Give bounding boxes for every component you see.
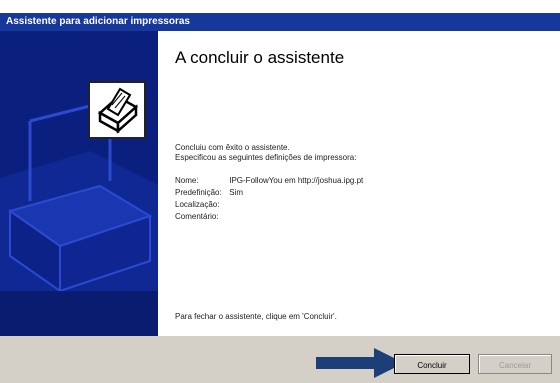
- finish-button[interactable]: Concluir: [394, 354, 470, 374]
- wizard-button-bar: Concluir Cancelar: [0, 336, 560, 383]
- window-title: Assistente para adicionar impressoras: [6, 16, 190, 27]
- field-label: Comentário:: [175, 212, 219, 221]
- field-row-default: Predefinição: Sim: [175, 188, 243, 197]
- field-row-comment: Comentário:: [175, 212, 227, 221]
- printer-icon: [88, 81, 146, 139]
- field-label: Nome:: [175, 176, 199, 185]
- field-row-location: Localização:: [175, 200, 227, 209]
- field-label: Localização:: [175, 200, 220, 209]
- closing-instruction: Para fechar o assistente, clique em 'Con…: [175, 312, 337, 321]
- wizard-side-panel: [0, 31, 158, 336]
- printer-illustration: [0, 99, 158, 336]
- intro-line-1: Concluiu com êxito o assistente.: [175, 143, 290, 152]
- intro-line-2: Especificou as seguintes definições de i…: [175, 153, 357, 162]
- page-title: A concluir o assistente: [175, 48, 345, 67]
- arrow-pointer-icon: [316, 348, 404, 378]
- field-value: IPG-FollowYou em http://joshua.ipg.pt: [229, 176, 364, 185]
- intro-text: Concluiu com êxito o assistente. Especif…: [175, 143, 356, 163]
- wizard-content: A concluir o assistente Concluiu com êxi…: [158, 31, 560, 336]
- window-title-bar: Assistente para adicionar impressoras: [0, 13, 560, 31]
- top-band: [0, 0, 560, 13]
- field-label: Predefinição:: [175, 188, 222, 197]
- field-value: Sim: [229, 188, 244, 197]
- cancel-button[interactable]: Cancelar: [478, 354, 552, 374]
- field-row-name: Nome: IPG-FollowYou em http://joshua.ipg…: [175, 176, 363, 185]
